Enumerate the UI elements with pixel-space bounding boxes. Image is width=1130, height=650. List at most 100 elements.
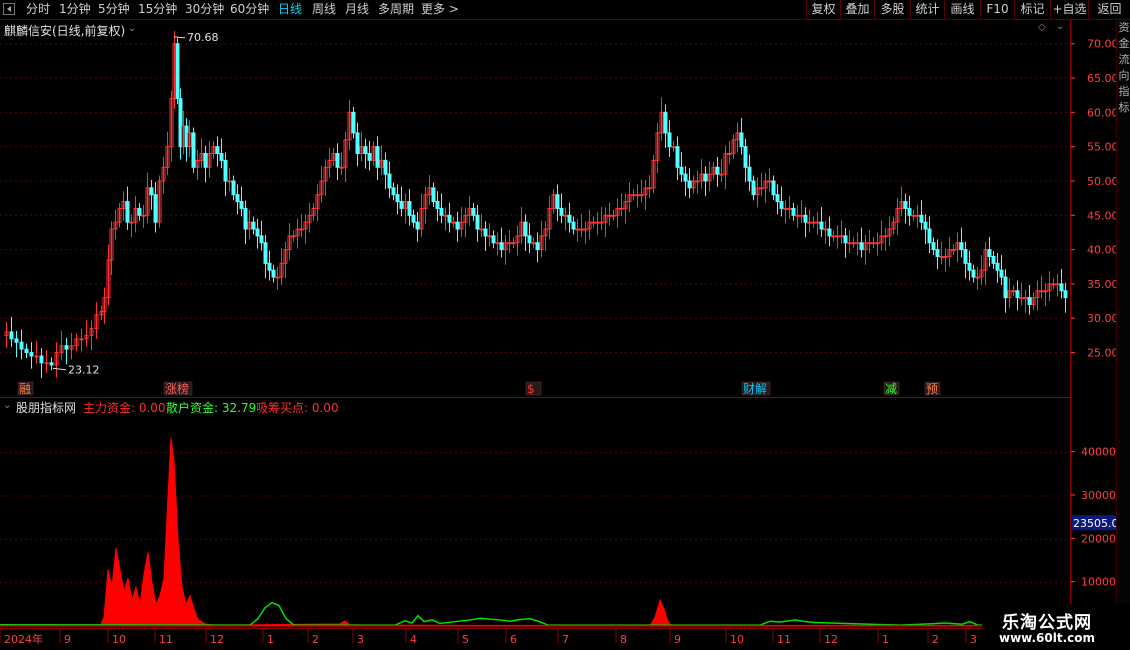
toolbar-button-2[interactable]: 多股 xyxy=(874,0,910,19)
candle-body xyxy=(137,207,142,216)
price-tick-label: 25.00 xyxy=(1087,347,1116,360)
candle-body xyxy=(967,262,972,271)
toolbar-button-3[interactable]: 统计 xyxy=(910,0,944,19)
candle-body xyxy=(407,201,412,216)
candle-body xyxy=(29,352,34,357)
candle-body xyxy=(9,331,14,340)
indicator-tick-label: 20000 xyxy=(1081,532,1116,545)
candle-body xyxy=(679,166,684,175)
candle-body xyxy=(619,207,624,210)
candle-body xyxy=(719,173,724,176)
watermark-url: www.60lt.com xyxy=(998,631,1096,645)
candle-body xyxy=(355,132,360,155)
candle-body xyxy=(831,235,836,238)
tab-period-9[interactable]: 多周期 xyxy=(378,2,414,17)
side-strip-char: 指 xyxy=(1118,85,1130,98)
candle-body xyxy=(64,345,69,350)
tab-period-10[interactable]: 更多 > xyxy=(421,2,459,17)
candle-body xyxy=(387,173,392,189)
candle-body xyxy=(431,187,436,203)
candle-body xyxy=(903,201,908,209)
candle-body xyxy=(1039,290,1044,293)
candle-body xyxy=(915,214,920,217)
candle-body xyxy=(775,194,780,203)
tab-period-3[interactable]: 15分钟 xyxy=(138,2,177,17)
tab-period-0[interactable]: 分时 xyxy=(26,2,50,17)
toolbar-button-7[interactable]: +自选 xyxy=(1050,0,1088,19)
candle-body xyxy=(399,201,404,209)
toolbar-button-1[interactable]: 叠加 xyxy=(840,0,874,19)
candle-body xyxy=(835,235,840,238)
candle-body xyxy=(149,187,154,196)
candle-body xyxy=(491,235,496,244)
candle-body xyxy=(675,146,680,168)
candle-body xyxy=(263,242,268,264)
tab-period-2[interactable]: 5分钟 xyxy=(98,2,130,17)
watermark: 乐淘公式网 www.60lt.com xyxy=(982,604,1130,650)
candle-body xyxy=(203,153,208,168)
candle-body xyxy=(531,242,536,245)
tab-period-5[interactable]: 60分钟 xyxy=(230,2,269,17)
candle-body xyxy=(791,207,796,216)
back-arrow-icon[interactable] xyxy=(3,3,15,15)
candle-body xyxy=(223,159,228,182)
candle-body xyxy=(927,228,932,244)
tab-period-6[interactable]: 日线 xyxy=(278,2,302,17)
tab-period-7[interactable]: 周线 xyxy=(312,2,336,17)
toolbar-button-6[interactable]: 标记 xyxy=(1014,0,1050,19)
candle-body xyxy=(415,221,420,230)
date-label: 9 xyxy=(674,633,681,646)
tab-period-1[interactable]: 1分钟 xyxy=(59,2,91,17)
tab-period-4[interactable]: 30分钟 xyxy=(185,2,224,17)
candle-body xyxy=(243,207,248,230)
candle-body xyxy=(507,242,512,245)
side-strip-char: 标 xyxy=(1118,101,1130,114)
candle-body xyxy=(267,262,272,271)
high-price-label: 70.68 xyxy=(187,31,219,44)
candle-body xyxy=(487,235,492,238)
toolbar-button-8[interactable]: 返回 xyxy=(1088,0,1130,19)
candle-body xyxy=(259,235,264,244)
toolbar-button-5[interactable]: F10 xyxy=(980,0,1014,19)
candle-body xyxy=(339,166,344,169)
side-strip-char: 流 xyxy=(1118,53,1130,66)
candle-body xyxy=(727,153,732,156)
date-label: 3 xyxy=(970,633,977,646)
candle-body xyxy=(275,276,280,279)
candle-body xyxy=(39,355,44,364)
indicator-tick-label: 10000 xyxy=(1081,576,1116,589)
candle-body xyxy=(567,214,572,223)
candle-body xyxy=(771,180,776,196)
date-label: 2 xyxy=(312,633,319,646)
candle-body xyxy=(747,166,752,182)
candle-body xyxy=(563,214,568,217)
tab-period-8[interactable]: 月线 xyxy=(345,2,369,17)
price-tick-label: 70.00 xyxy=(1087,38,1116,51)
watermark-title: 乐淘公式网 xyxy=(1002,613,1092,633)
date-label: 11 xyxy=(159,633,173,646)
side-strip-char: 资 xyxy=(1118,21,1130,34)
candle-body xyxy=(583,228,588,231)
candle-body xyxy=(883,235,888,238)
candle-body xyxy=(395,194,400,203)
candle-body xyxy=(1059,283,1064,292)
candle-body xyxy=(571,221,576,230)
fund-flow-chart[interactable] xyxy=(0,398,1070,629)
candle-body xyxy=(827,228,832,237)
candle-body xyxy=(935,249,940,257)
candle-body xyxy=(591,221,596,224)
toolbar-button-0[interactable]: 复权 xyxy=(806,0,840,19)
candle-body xyxy=(779,201,784,209)
candlestick-chart[interactable]: 70.68 23.12 融 涨榜 $ 财解 减 预 xyxy=(0,20,1070,397)
candle-body xyxy=(751,180,756,196)
toolbar-button-4[interactable]: 画线 xyxy=(944,0,980,19)
price-tick-label: 55.00 xyxy=(1087,141,1116,154)
candle-body xyxy=(803,214,808,223)
side-strip: 资金流向指标 xyxy=(1116,20,1130,628)
candle-body xyxy=(141,214,146,217)
candle-body xyxy=(391,187,396,196)
candle-body xyxy=(847,242,852,245)
candle-body xyxy=(991,255,996,264)
candle-body xyxy=(235,194,240,203)
candle-body xyxy=(647,187,652,190)
